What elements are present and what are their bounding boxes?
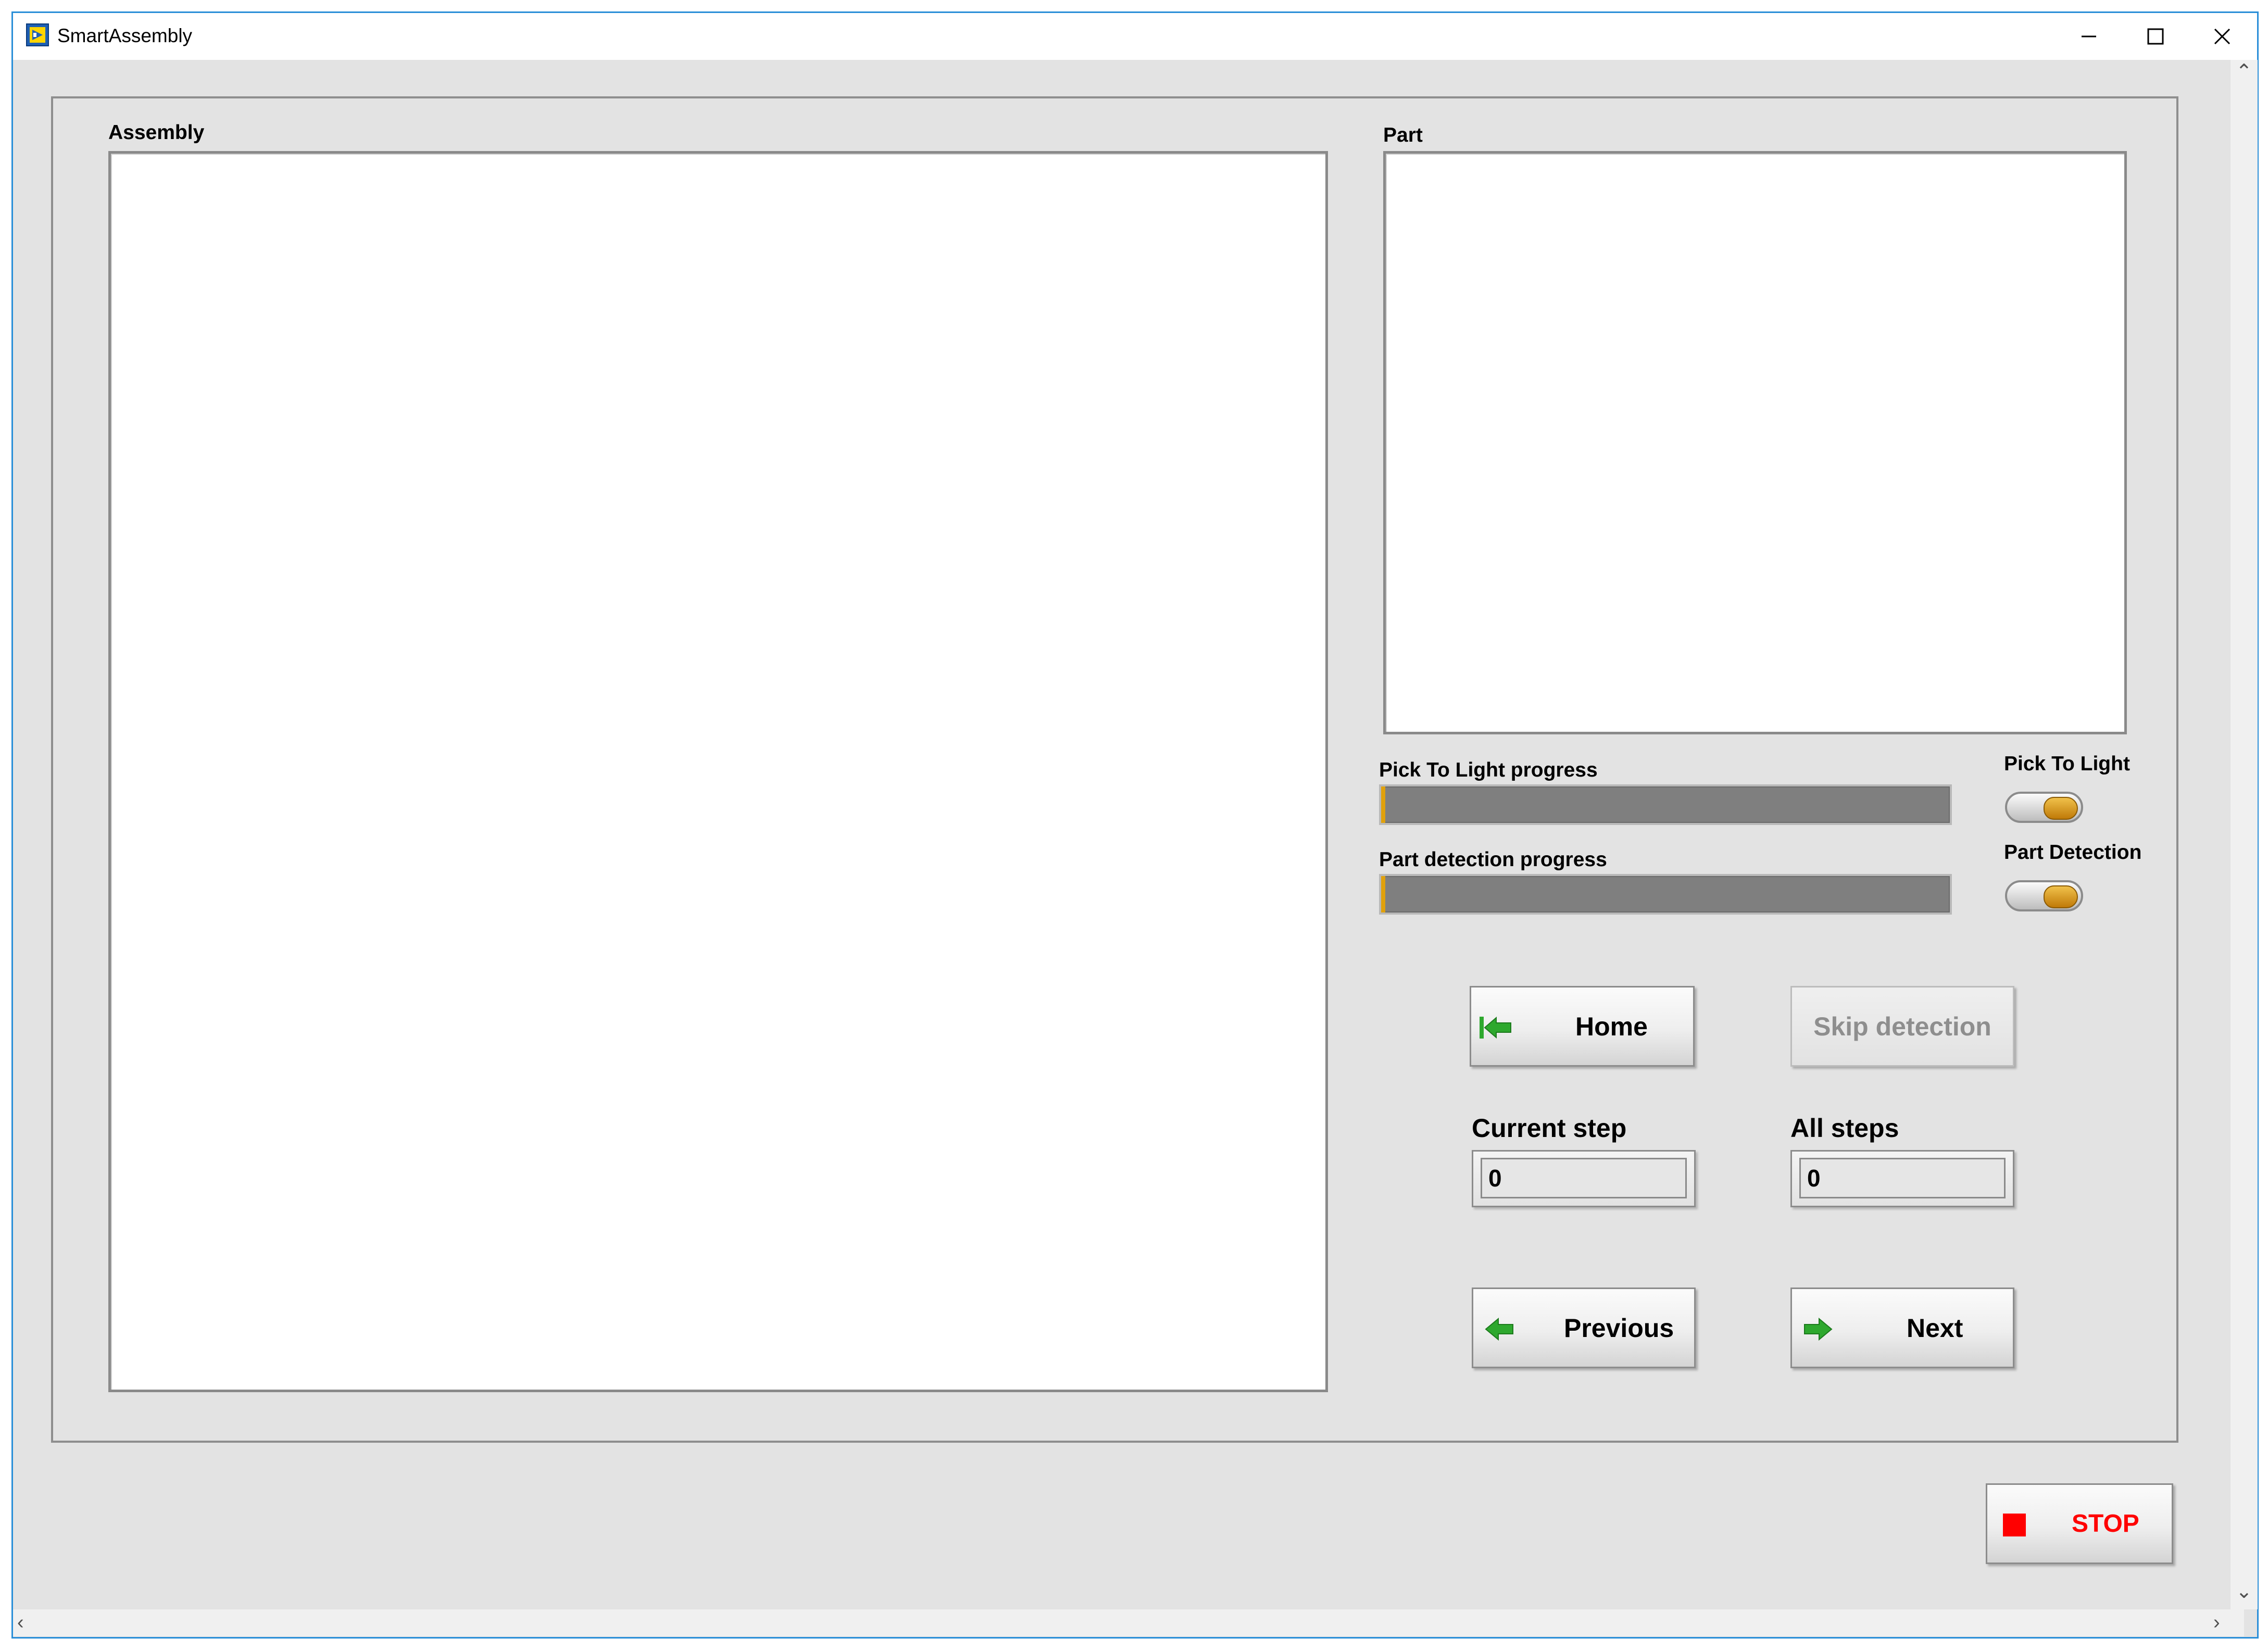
maximize-icon <box>2147 28 2164 45</box>
left-arrow-icon <box>1485 1317 1513 1341</box>
maximize-button[interactable] <box>2122 13 2189 60</box>
all-steps-value: 0 <box>1799 1158 2006 1198</box>
pick-to-light-toggle[interactable] <box>2005 792 2083 823</box>
next-button[interactable]: Next <box>1790 1288 2014 1368</box>
scroll-up-icon[interactable]: ⌃ <box>2236 60 2252 83</box>
home-arrow-icon <box>1480 1016 1511 1039</box>
scroll-left-icon[interactable]: ‹ <box>17 1611 24 1634</box>
stop-button-label: STOP <box>2072 1510 2139 1538</box>
horizontal-scrollbar[interactable]: ‹ › <box>13 1609 2244 1636</box>
app-icon <box>26 23 49 46</box>
part-detection-progress-fill <box>1381 876 1385 913</box>
right-arrow-icon <box>1804 1317 1833 1341</box>
window-title: SmartAssembly <box>57 25 193 46</box>
pick-to-light-progress-fill <box>1381 786 1385 823</box>
assembly-label: Assembly <box>108 121 205 144</box>
close-icon <box>2214 28 2231 45</box>
title-bar[interactable] <box>13 13 2257 60</box>
toggle-knob <box>2044 885 2078 908</box>
minimize-icon <box>2082 35 2096 38</box>
home-button[interactable]: Home <box>1470 986 1695 1067</box>
previous-button-label: Previous <box>1564 1313 1674 1343</box>
minimize-button[interactable] <box>2056 13 2122 60</box>
current-step-value: 0 <box>1481 1158 1687 1198</box>
part-detection-toggle-label: Part Detection <box>2004 841 2142 864</box>
pick-to-light-progress-label: Pick To Light progress <box>1379 759 1598 781</box>
skip-detection-button-label: Skip detection <box>1813 1011 1991 1041</box>
home-button-label: Home <box>1575 1011 1648 1041</box>
part-label: Part <box>1383 124 1423 146</box>
all-steps-label: All steps <box>1790 1114 1899 1143</box>
scroll-down-icon[interactable]: ⌄ <box>2236 1580 2252 1603</box>
skip-detection-button[interactable]: Skip detection <box>1790 986 2014 1067</box>
previous-button[interactable]: Previous <box>1472 1288 1696 1368</box>
part-detection-progress-bar <box>1379 874 1952 915</box>
toggle-knob <box>2044 797 2078 820</box>
pick-to-light-toggle-label: Pick To Light <box>2004 753 2130 775</box>
pick-to-light-progress-bar <box>1379 784 1952 825</box>
all-steps-field: 0 <box>1790 1150 2014 1207</box>
current-step-field: 0 <box>1472 1150 1696 1207</box>
vertical-scrollbar[interactable]: ⌃ ⌄ <box>2231 60 2258 1609</box>
part-detection-toggle[interactable] <box>2005 880 2083 911</box>
scroll-right-icon[interactable]: › <box>2213 1611 2220 1634</box>
part-detection-progress-label: Part detection progress <box>1379 848 1607 871</box>
part-image-panel <box>1383 151 2127 734</box>
stop-button[interactable]: STOP <box>1986 1483 2173 1564</box>
next-button-label: Next <box>1907 1313 1963 1343</box>
assembly-image-panel <box>108 151 1328 1392</box>
close-button[interactable] <box>2189 13 2256 60</box>
current-step-label: Current step <box>1472 1114 1627 1143</box>
stop-square-icon <box>2003 1514 2026 1536</box>
